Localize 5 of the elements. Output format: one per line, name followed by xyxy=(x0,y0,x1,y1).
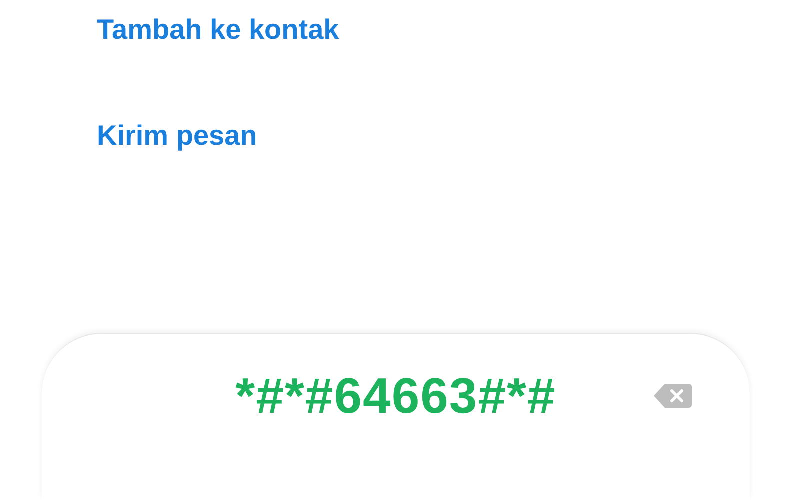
dialed-number: *#*#64663#*# xyxy=(236,367,556,426)
backspace-button[interactable] xyxy=(652,381,694,411)
backspace-icon xyxy=(653,383,693,409)
action-link[interactable]: Tambah ke kontak xyxy=(97,12,340,48)
action-link[interactable]: Kirim pesan xyxy=(97,118,258,154)
